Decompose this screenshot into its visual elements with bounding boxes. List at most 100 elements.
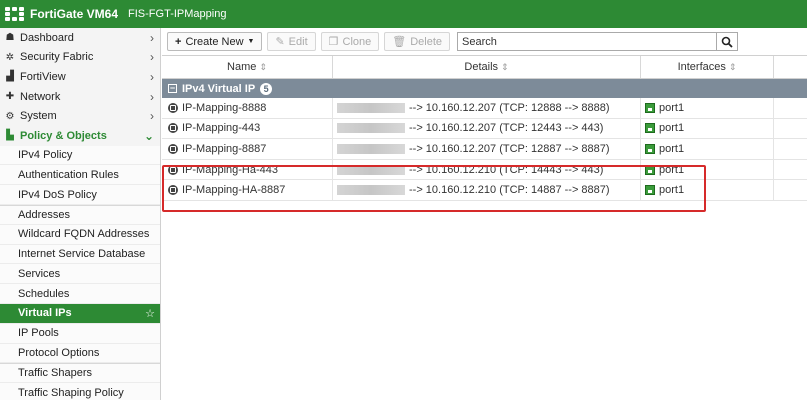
edit-button[interactable]: ✎ Edit <box>267 32 316 51</box>
fortiview-icon: ▟ <box>6 71 14 83</box>
sidebar-subitem-label: Services <box>18 267 61 280</box>
main-content: + Create New ▼ ✎ Edit ❐ Clone 🗑 Delete N… <box>162 28 807 400</box>
pencil-icon: ✎ <box>275 36 285 48</box>
sidebar-subitem-label: Wildcard FQDN Addresses <box>18 228 150 241</box>
collapse-minus-icon[interactable]: − <box>168 84 177 93</box>
vip-details: --> 10.160.12.207 (TCP: 12888 --> 8888) <box>409 101 610 114</box>
vip-name: IP-Mapping-443 <box>182 122 261 135</box>
sidebar-item-dashboard[interactable]: ☗ Dashboard › <box>0 28 160 48</box>
sidebar-item-label: Security Fabric <box>20 51 94 64</box>
table-row[interactable]: IP-Mapping-8887 --> 10.160.12.207 (TCP: … <box>162 139 807 160</box>
clone-button[interactable]: ❐ Clone <box>320 32 380 51</box>
group-header-ipv4-virtual-ip[interactable]: − IPv4 Virtual IP 5 <box>162 79 807 98</box>
chevron-right-icon: › <box>150 109 154 124</box>
vip-interface: port1 <box>659 122 685 135</box>
sidebar-item-network[interactable]: ✚ Network › <box>0 87 160 107</box>
sidebar-subitem-label: Virtual IPs <box>18 307 72 320</box>
dashboard-icon: ☗ <box>5 32 15 44</box>
virtual-ip-icon <box>168 164 178 175</box>
table-row[interactable]: IP-Mapping-HA-8887 --> 10.160.12.210 (TC… <box>162 180 807 201</box>
sidebar-subitem-label: Schedules <box>18 287 70 300</box>
network-icon: ✚ <box>5 91 15 103</box>
column-label: Details <box>464 61 499 73</box>
toolbar: + Create New ▼ ✎ Edit ❐ Clone 🗑 Delete <box>162 28 807 55</box>
sidebar-item-policy-objects[interactable]: ▙ Policy & Objects ⌄ <box>0 126 160 146</box>
system-gear-icon: ⚙ <box>5 110 15 122</box>
redacted-external-ip <box>337 185 405 196</box>
virtual-ip-icon <box>168 185 178 196</box>
table-row[interactable]: IP-Mapping-443 --> 10.160.12.207 (TCP: 1… <box>162 118 807 140</box>
sidebar-subitem-label: Protocol Options <box>18 346 100 359</box>
port-icon <box>645 164 655 175</box>
sidebar-subitem-addresses[interactable]: Addresses <box>0 204 160 225</box>
chevron-right-icon: › <box>150 69 154 84</box>
sidebar-item-security-fabric[interactable]: ✲ Security Fabric › <box>0 48 160 68</box>
vip-interface: port1 <box>659 184 685 197</box>
sidebar-subitem-virtual-ips[interactable]: Virtual IPs ☆ <box>0 303 160 324</box>
search-button[interactable] <box>716 32 739 51</box>
sidebar-subitem-ipv4-dos-policy[interactable]: IPv4 DoS Policy <box>0 185 160 205</box>
device-hostname[interactable]: FIS-FGT-IPMapping <box>128 8 226 20</box>
vip-name: IP-Mapping-HA-8887 <box>182 184 286 197</box>
sidebar-subitem-protocol-options[interactable]: Protocol Options <box>0 343 160 364</box>
virtual-ip-table: Name ⇕ Details ⇕ Interfaces ⇕ − IPv4 Vir… <box>162 55 807 201</box>
count-badge: 5 <box>260 82 273 95</box>
vip-details: --> 10.160.12.210 (TCP: 14443 --> 443) <box>409 163 604 176</box>
column-header-details[interactable]: Details ⇕ <box>333 56 641 78</box>
sidebar-subitem-traffic-shapers[interactable]: Traffic Shapers <box>0 363 160 384</box>
sidebar-subitem-schedules[interactable]: Schedules <box>0 284 160 304</box>
chevron-right-icon: › <box>150 89 154 104</box>
vip-name: IP-Mapping-8888 <box>182 101 267 114</box>
column-header-interfaces[interactable]: Interfaces ⇕ <box>641 56 774 78</box>
redacted-external-ip <box>337 123 405 134</box>
sidebar-subitem-wildcard-fqdn[interactable]: Wildcard FQDN Addresses <box>0 224 160 245</box>
table-row[interactable]: IP-Mapping-Ha-443 --> 10.160.12.210 (TCP… <box>162 159 807 181</box>
fortinet-logo-icon <box>0 0 28 28</box>
column-label: Interfaces <box>677 61 726 73</box>
column-label: Name <box>227 61 257 73</box>
trash-icon: 🗑 <box>392 36 407 48</box>
sort-icon: ⇕ <box>728 61 737 72</box>
edit-label: Edit <box>288 35 308 48</box>
redacted-external-ip <box>337 102 405 113</box>
chevron-down-icon: ⌄ <box>143 128 154 143</box>
table-header: Name ⇕ Details ⇕ Interfaces ⇕ <box>162 55 807 79</box>
sort-icon: ⇕ <box>259 61 267 72</box>
sidebar-subitem-label: IP Pools <box>18 327 59 340</box>
top-bar: FortiGate VM64 FIS-FGT-IPMapping <box>0 0 807 28</box>
delete-button[interactable]: 🗑 Delete <box>384 32 451 51</box>
favorite-star-icon[interactable]: ☆ <box>145 307 155 320</box>
vip-interface: port1 <box>659 142 685 155</box>
virtual-ip-icon <box>168 143 178 154</box>
vip-details: --> 10.160.12.210 (TCP: 14887 --> 8887) <box>409 184 610 197</box>
table-row[interactable]: IP-Mapping-8888 --> 10.160.12.207 (TCP: … <box>162 98 807 119</box>
sidebar-subitem-traffic-shaping-policy[interactable]: Traffic Shaping Policy <box>0 383 160 400</box>
sidebar-item-system[interactable]: ⚙ System › <box>0 106 160 126</box>
column-header-name[interactable]: Name ⇕ <box>162 56 333 78</box>
product-title: FortiGate VM64 <box>30 7 119 21</box>
sidebar-item-fortiview[interactable]: ▟ FortiView › <box>0 67 160 87</box>
column-header-extra <box>774 56 807 78</box>
redacted-external-ip <box>337 164 405 175</box>
sidebar-item-label: Network <box>20 90 61 103</box>
search-icon <box>721 36 733 48</box>
sidebar-item-label: FortiView <box>20 70 66 83</box>
delete-label: Delete <box>410 35 443 48</box>
redacted-external-ip <box>337 143 405 154</box>
sidebar-subitem-authentication-rules[interactable]: Authentication Rules <box>0 165 160 186</box>
sidebar-subitem-ip-pools[interactable]: IP Pools <box>0 323 160 344</box>
create-new-button[interactable]: + Create New ▼ <box>167 32 263 51</box>
caret-down-icon: ▼ <box>247 38 255 45</box>
vip-interface: port1 <box>659 163 685 176</box>
port-icon <box>645 102 655 113</box>
group-label: IPv4 Virtual IP <box>182 82 256 95</box>
sidebar-subitem-ipv4-policy[interactable]: IPv4 Policy <box>0 145 160 166</box>
sidebar-subitem-label: Traffic Shaping Policy <box>18 386 124 399</box>
clone-label: Clone <box>342 35 372 48</box>
sidebar-subitem-label: IPv4 Policy <box>18 148 73 161</box>
virtual-ip-icon <box>168 123 178 134</box>
sidebar-subitem-services[interactable]: Services <box>0 264 160 285</box>
sidebar-subitem-label: Authentication Rules <box>18 168 119 181</box>
sidebar-subitem-internet-service-db[interactable]: Internet Service Database <box>0 244 160 265</box>
search-input[interactable] <box>457 32 718 51</box>
